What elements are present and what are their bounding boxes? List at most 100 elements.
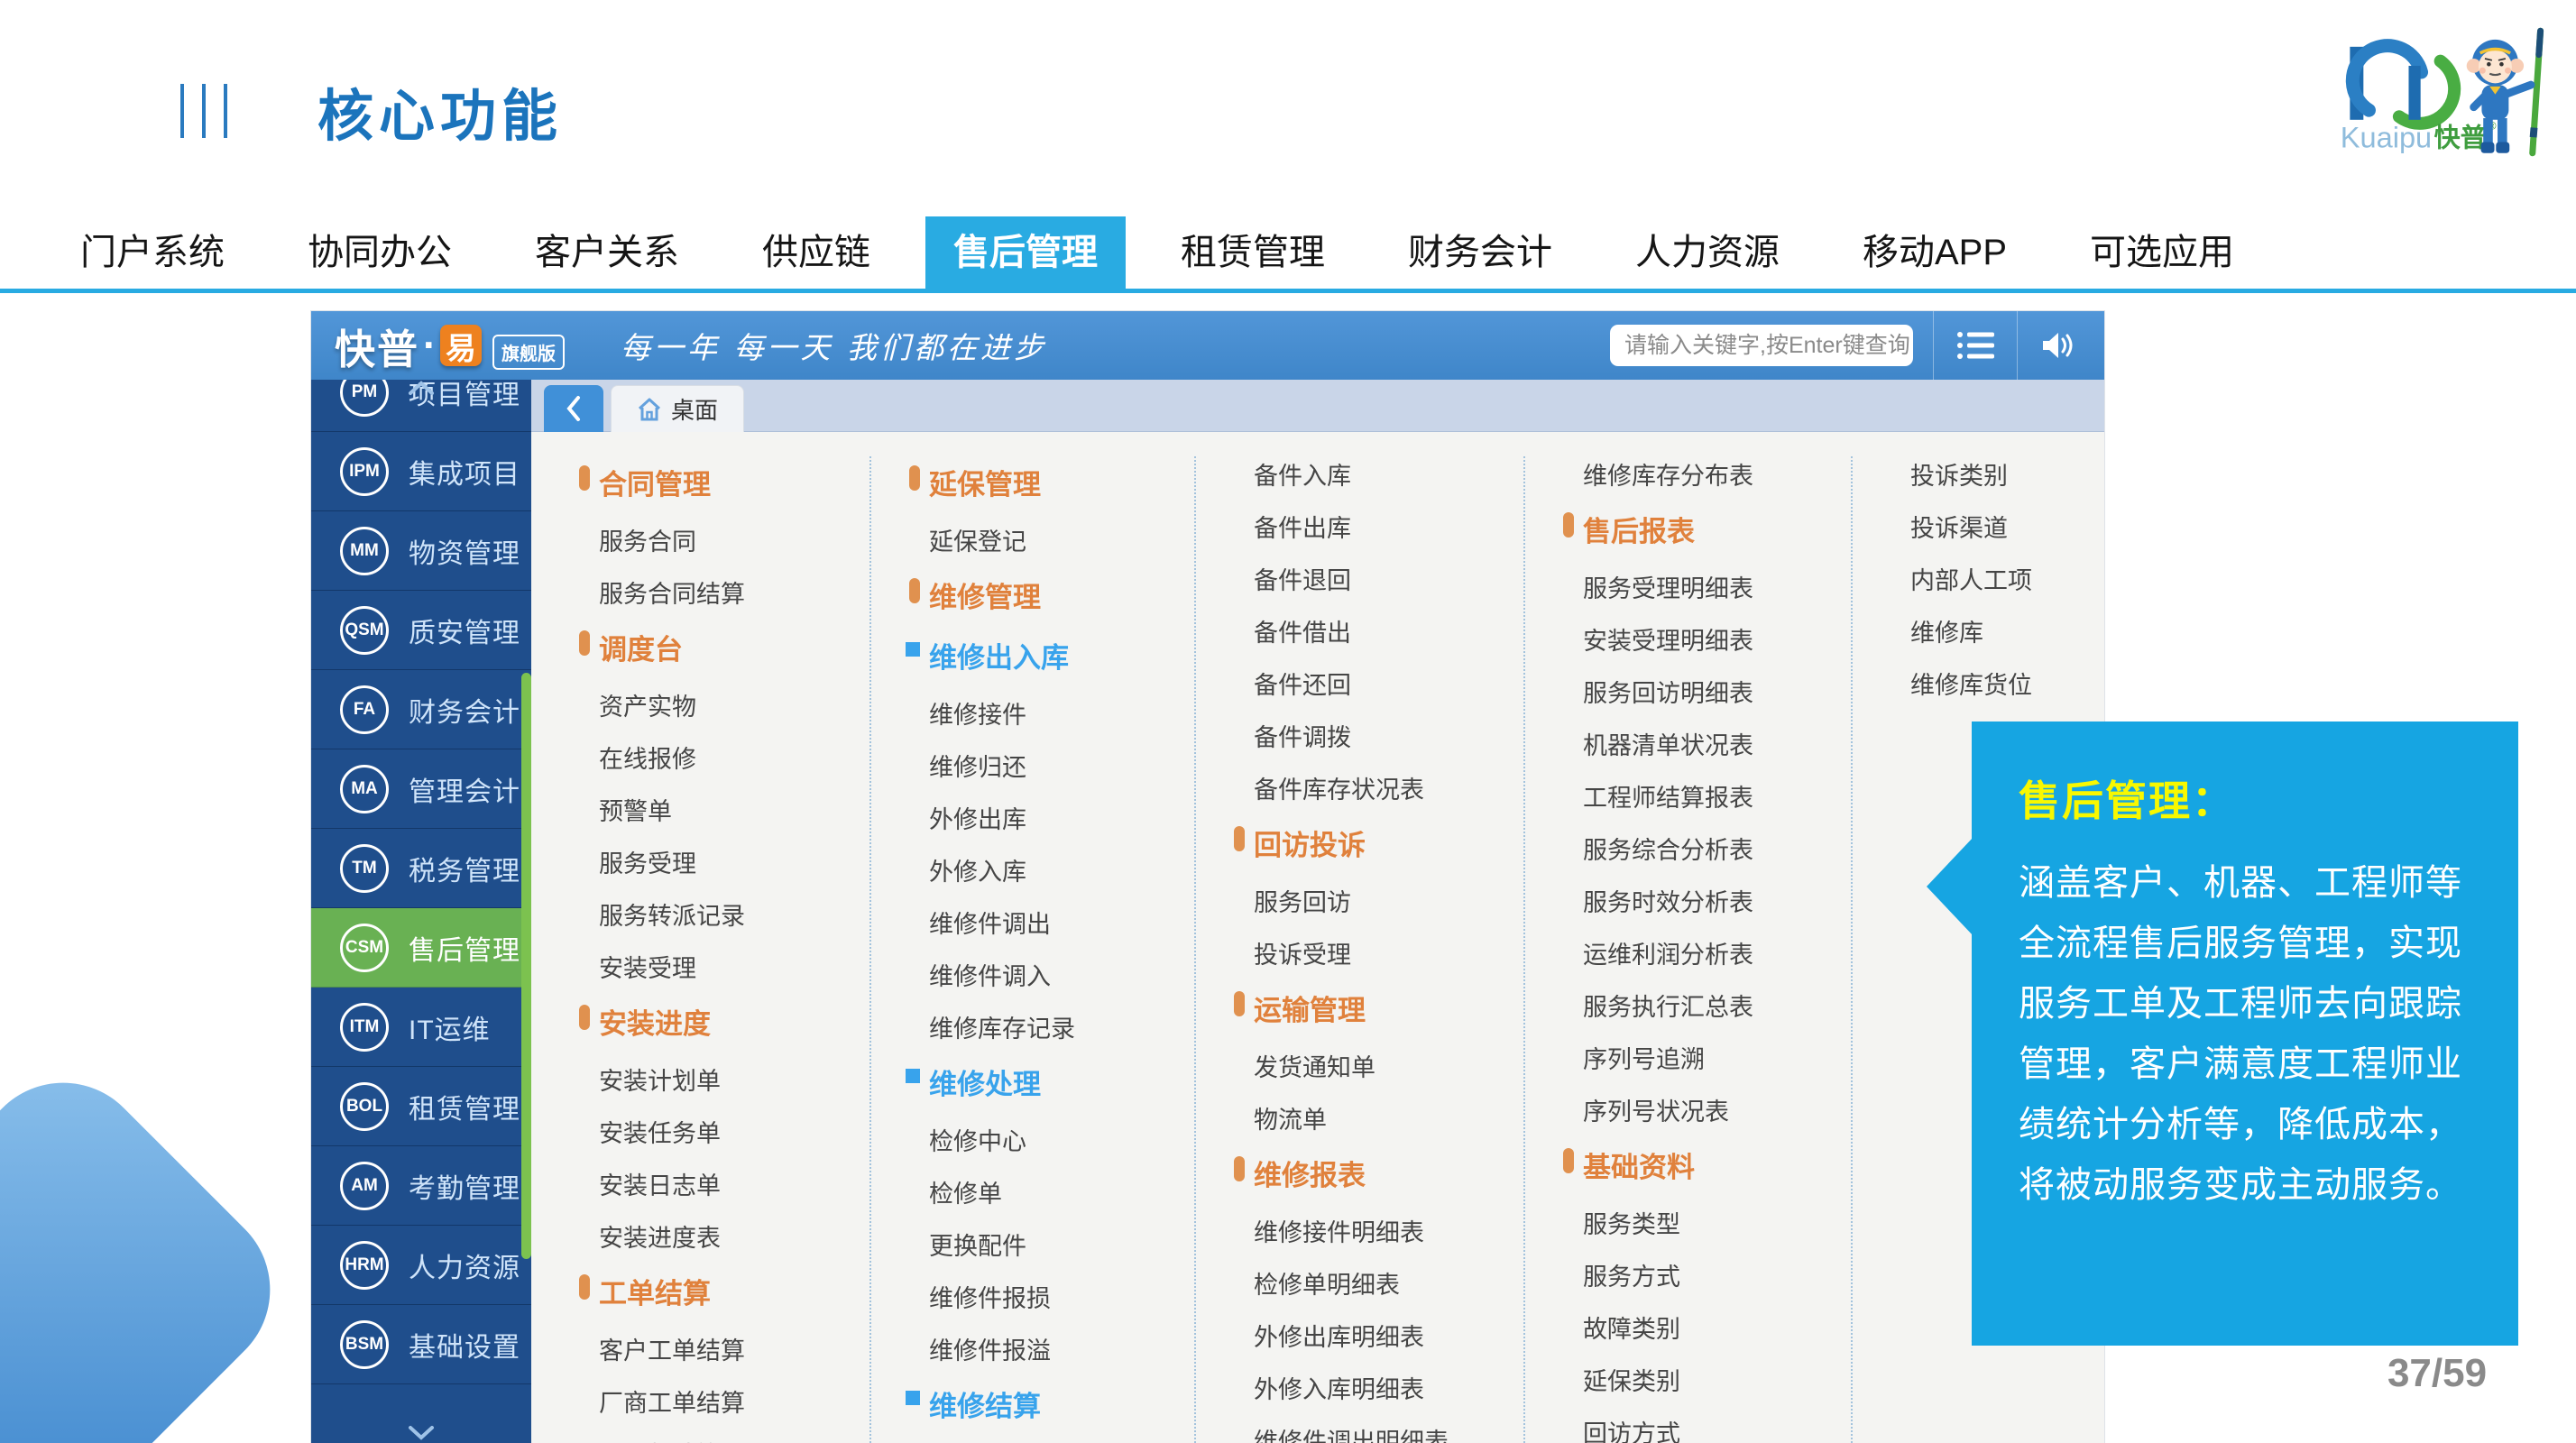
menu-item[interactable]: 安装受理明细表 [1583, 621, 1851, 657]
menu-item[interactable]: 内部人工项 [1910, 561, 2104, 596]
menu-item[interactable]: 投诉渠道 [1910, 509, 2104, 544]
menu-item[interactable]: 服务综合分析表 [1583, 831, 1851, 866]
menu-section-header[interactable]: 延保管理 [929, 462, 1194, 502]
nav-tab-6[interactable]: 财务会计 [1380, 216, 1580, 289]
menu-item[interactable]: 安装受理 [599, 949, 869, 984]
menu-section-header[interactable]: 调度台 [599, 627, 869, 667]
menu-item[interactable]: 服务转派记录 [599, 896, 869, 932]
menu-section-header[interactable]: 合同管理 [599, 462, 869, 502]
sidebar-scroll-up-icon[interactable] [401, 380, 441, 396]
menu-item[interactable]: 维修件调入 [929, 957, 1194, 992]
menu-item[interactable]: 维修接件明细表 [1254, 1213, 1523, 1248]
menu-item[interactable]: 维修件调出明细表 [1254, 1422, 1523, 1443]
menu-item[interactable]: 更换配件 [929, 1227, 1194, 1262]
menu-item[interactable]: 物流单 [1254, 1100, 1523, 1135]
menu-item[interactable]: 服务时效分析表 [1583, 883, 1851, 918]
menu-item[interactable]: 维修件报溢 [929, 1331, 1194, 1366]
menu-item[interactable]: 服务回访明细表 [1583, 674, 1851, 709]
menu-item[interactable]: 外修入库 [929, 852, 1194, 887]
menu-item[interactable]: 备件还回 [1254, 666, 1523, 701]
menu-item[interactable]: 检修单 [929, 1174, 1194, 1209]
menu-section-header[interactable]: 维修报表 [1254, 1153, 1523, 1193]
nav-tab-5[interactable]: 租赁管理 [1153, 216, 1353, 289]
menu-item[interactable]: 维修库存记录 [929, 1009, 1194, 1044]
speaker-icon[interactable] [2038, 324, 2081, 367]
menu-item[interactable]: 服务合同 [599, 522, 869, 557]
nav-tab-1[interactable]: 协同办公 [280, 216, 480, 289]
sidebar-item-2[interactable]: MM物资管理 [311, 511, 531, 591]
menu-item[interactable]: 回访方式 [1583, 1414, 1851, 1443]
search-input[interactable] [1624, 333, 1915, 359]
menu-section-header[interactable]: 工单结算 [599, 1271, 869, 1311]
menu-section-header[interactable]: 回访投诉 [1254, 823, 1523, 863]
menu-item[interactable]: 序列号追溯 [1583, 1040, 1851, 1075]
sidebar-item-7[interactable]: CSM售后管理 [311, 908, 531, 988]
menu-item[interactable]: 安装进度表 [599, 1218, 869, 1254]
menu-item[interactable]: 在线报修 [599, 740, 869, 775]
menu-item[interactable]: 发货通知单 [1254, 1048, 1523, 1083]
menu-item[interactable]: 服务回访 [1254, 883, 1523, 918]
menu-subsection-header[interactable]: 维修出入库 [929, 635, 1194, 676]
menu-item[interactable]: 维修件调出 [929, 905, 1194, 940]
menu-section-header[interactable]: 维修管理 [929, 574, 1194, 615]
sidebar-item-11[interactable]: HRM人力资源 [311, 1226, 531, 1305]
menu-item[interactable]: 服务执行汇总表 [1583, 988, 1851, 1023]
nav-tab-0[interactable]: 门户系统 [52, 216, 253, 289]
menu-item[interactable]: 维修归还 [929, 748, 1194, 783]
menu-section-header[interactable]: 安装进度 [599, 1001, 869, 1042]
sidebar-item-8[interactable]: ITMIT运维 [311, 988, 531, 1067]
task-list-icon[interactable] [1954, 324, 1997, 367]
menu-item[interactable]: 服务类型 [1583, 1205, 1851, 1240]
menu-section-header[interactable]: 售后报表 [1583, 509, 1851, 549]
global-search-box[interactable] [1610, 325, 1913, 366]
nav-tab-8[interactable]: 移动APP [1835, 216, 2035, 289]
back-button[interactable] [544, 385, 603, 432]
menu-item[interactable]: 投诉受理 [1254, 935, 1523, 970]
sidebar-item-5[interactable]: MA管理会计 [311, 749, 531, 829]
sidebar-item-6[interactable]: TM税务管理 [311, 829, 531, 908]
menu-item[interactable]: 备件出库 [1254, 509, 1523, 544]
menu-item[interactable]: 预警单 [599, 792, 869, 827]
sidebar-scrollbar[interactable] [521, 673, 531, 1259]
menu-subsection-header[interactable]: 维修结算 [929, 1383, 1194, 1424]
sidebar-scroll-down-icon[interactable] [401, 1425, 441, 1441]
menu-section-header[interactable]: 运输管理 [1254, 988, 1523, 1028]
menu-item[interactable]: 服务受理明细表 [1583, 569, 1851, 604]
sidebar-item-3[interactable]: QSM质安管理 [311, 591, 531, 670]
menu-item[interactable]: 维修库存分布表 [1583, 456, 1851, 492]
menu-item[interactable]: 安装计划单 [599, 1062, 869, 1097]
menu-item[interactable]: 检修单明细表 [1254, 1265, 1523, 1301]
sidebar-item-10[interactable]: AM考勤管理 [311, 1146, 531, 1226]
menu-item[interactable]: 安装任务单 [599, 1114, 869, 1149]
menu-item[interactable]: 外修出库 [929, 800, 1194, 835]
nav-tab-7[interactable]: 人力资源 [1607, 216, 1808, 289]
tab-desktop[interactable]: 桌面 [611, 385, 744, 432]
nav-tab-2[interactable]: 客户关系 [507, 216, 707, 289]
sidebar-item-9[interactable]: BOL租赁管理 [311, 1067, 531, 1146]
menu-item[interactable]: 服务方式 [1583, 1257, 1851, 1292]
sidebar-item-1[interactable]: IPM集成项目 [311, 432, 531, 511]
nav-tab-4[interactable]: 售后管理 [925, 216, 1126, 289]
menu-item[interactable]: 工程师结算报表 [1583, 778, 1851, 813]
menu-item[interactable]: 序列号状况表 [1583, 1092, 1851, 1127]
sidebar-item-12[interactable]: BSM基础设置 [311, 1305, 531, 1384]
menu-item[interactable]: 外修出库明细表 [1254, 1318, 1523, 1353]
menu-item[interactable]: 运维利润分析表 [1583, 935, 1851, 970]
menu-section-header[interactable]: 基础资料 [1583, 1144, 1851, 1185]
menu-item[interactable]: 客户工单结算 [599, 1331, 869, 1366]
menu-item[interactable]: 安装日志单 [599, 1166, 869, 1201]
menu-item[interactable]: 备件借出 [1254, 613, 1523, 648]
menu-item[interactable]: 服务合同结算 [599, 574, 869, 610]
menu-item[interactable]: 投诉类别 [1910, 456, 2104, 492]
menu-item[interactable]: 故障类别 [1583, 1310, 1851, 1345]
menu-item[interactable]: 工程师结算 [599, 1436, 869, 1443]
menu-item[interactable]: 延保登记 [929, 522, 1194, 557]
menu-item[interactable]: 检修中心 [929, 1122, 1194, 1157]
menu-item[interactable]: 备件入库 [1254, 456, 1523, 492]
menu-item[interactable]: 维修库货位 [1910, 666, 2104, 701]
menu-item[interactable]: 机器清单状况表 [1583, 726, 1851, 761]
menu-item[interactable]: 备件退回 [1254, 561, 1523, 596]
sidebar-item-4[interactable]: FA财务会计 [311, 670, 531, 749]
nav-tab-3[interactable]: 供应链 [734, 216, 898, 289]
menu-item[interactable]: 备件调拨 [1254, 718, 1523, 753]
